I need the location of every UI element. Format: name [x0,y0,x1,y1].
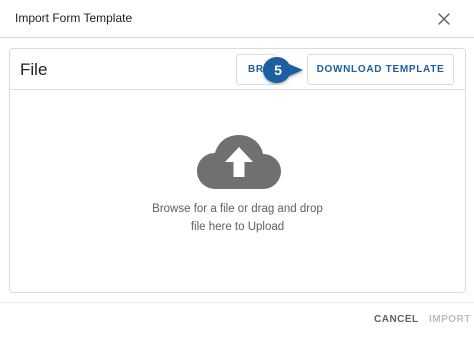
step-number: 5 [274,62,282,78]
dialog-header: Import Form Template [0,0,474,37]
close-icon [438,13,450,25]
download-template-button[interactable]: DOWNLOAD TEMPLATE [307,54,454,85]
file-drop-zone[interactable]: Browse for a file or drag and drop file … [10,91,465,292]
drop-zone-text-line-2: file here to Upload [190,221,285,233]
close-button[interactable] [433,8,455,30]
step-callout-badge: 5 [261,55,305,85]
import-button[interactable]: IMPORT [429,314,471,325]
cancel-button[interactable]: CANCEL [374,314,419,325]
import-form-template-dialog: Import Form Template File BRO DOWNLOAD T… [0,0,474,338]
file-card: File BRO DOWNLOAD TEMPLATE Browse for a … [9,48,466,293]
drop-zone-text-line-1: Browse for a file or drag and drop [152,203,323,215]
file-card-title: File [20,60,48,79]
download-template-button-label: DOWNLOAD TEMPLATE [316,64,445,75]
dialog-title: Import Form Template [15,11,133,25]
file-card-header: File BRO DOWNLOAD TEMPLATE [10,49,465,90]
header-divider [0,37,474,38]
footer-divider [0,302,474,303]
cloud-upload-icon [197,135,281,189]
